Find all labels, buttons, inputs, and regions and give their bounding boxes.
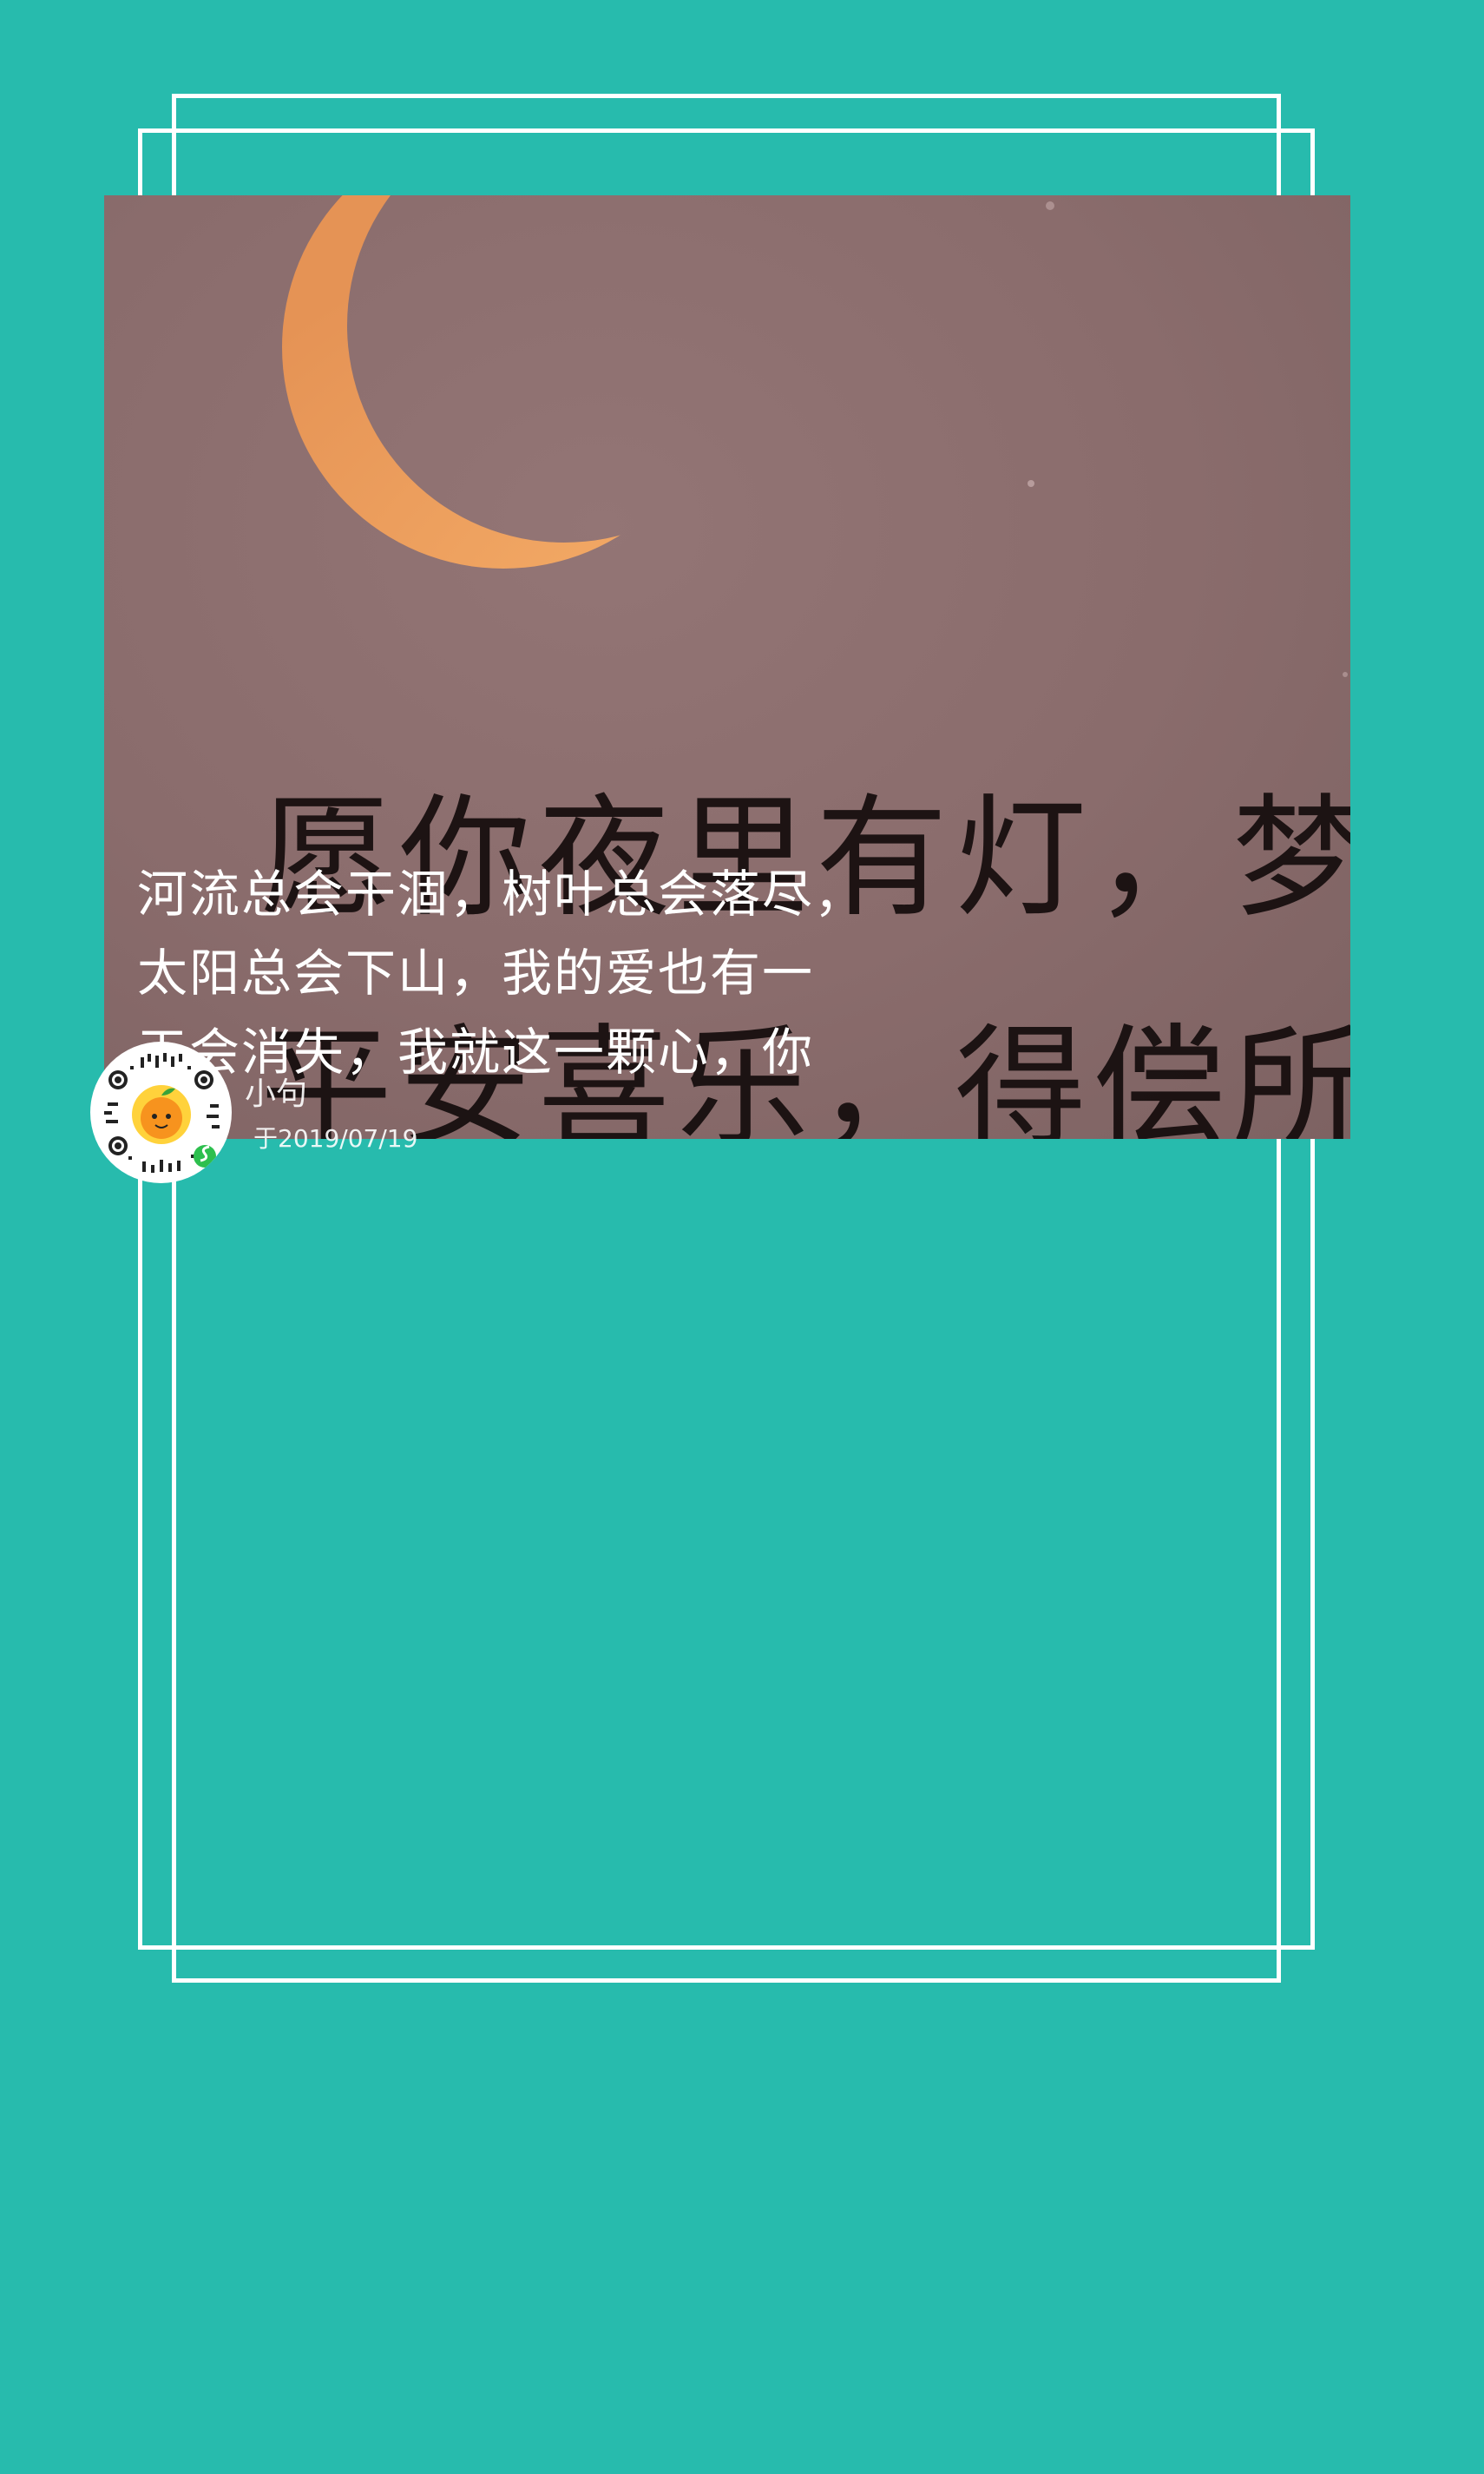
mini-program-qr-code[interactable] xyxy=(90,1042,232,1183)
quote-text: 河流总会干涸，树叶总会落尽， 太阳总会下山，我的爱也有一 天会消失，我就这一颗心… xyxy=(137,855,883,1092)
author-name: 小句 xyxy=(245,1076,308,1112)
qr-code-icon xyxy=(104,1053,220,1173)
publish-date: 于2019/07/19 xyxy=(253,1124,418,1153)
quote-line: 太阳总会下山，我的爱也有一 xyxy=(137,944,815,1003)
quote-line: 河流总会干涸，树叶总会落尽， xyxy=(137,865,867,924)
orange-mascot-icon xyxy=(132,1085,191,1144)
share-poster: 愿你夜里有灯，梦里 平安喜乐，得偿所愿 河流总会干涸，树叶总会落尽， 太阳总会下… xyxy=(0,0,1484,2474)
wechat-mini-program-badge-icon xyxy=(194,1145,216,1168)
